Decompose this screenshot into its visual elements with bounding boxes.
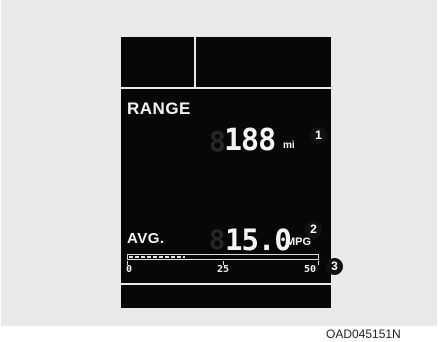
avg-fuel-economy-bar	[127, 254, 319, 260]
scale-min-label: 0	[126, 264, 133, 275]
tick-mark-max	[318, 261, 319, 265]
bottom-divider	[121, 283, 331, 285]
avg-value: 15.0	[225, 223, 292, 257]
avg-ghost-digits: 8	[209, 225, 226, 256]
top-divider-vertical	[194, 37, 196, 87]
top-divider-horizontal	[121, 87, 331, 89]
range-unit: mi	[283, 140, 295, 151]
avg-label: AVG.	[127, 230, 165, 247]
avg-unit: MPG	[286, 236, 312, 248]
callout-2: 2	[305, 221, 322, 238]
figure-caption: OAD045151N	[326, 327, 401, 341]
scale-max-label: 50	[304, 264, 317, 275]
range-label: RANGE	[127, 99, 191, 118]
callout-3: 3	[326, 258, 343, 275]
range-value: 188	[224, 123, 276, 158]
avg-fuel-economy-bar-fill	[129, 256, 185, 258]
scale-mid-label: 25	[217, 264, 230, 275]
callout-1: 1	[310, 127, 327, 144]
cluster-display: RANGE 8 188 mi AVG. 8 15.0 MPG 0 25 50	[121, 37, 331, 308]
